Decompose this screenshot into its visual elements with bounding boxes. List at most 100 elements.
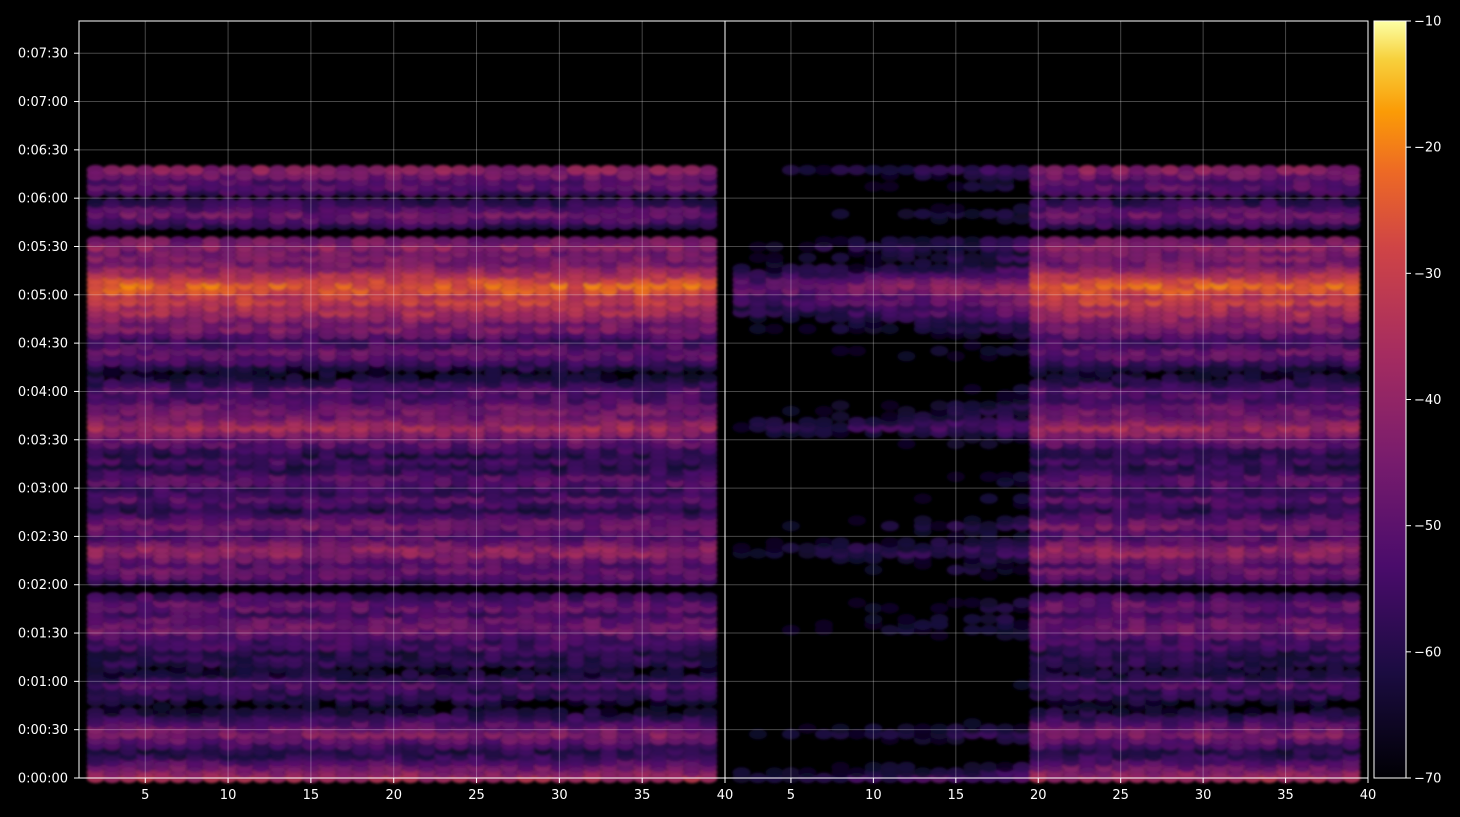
heatmap-cell bbox=[268, 236, 287, 247]
heatmap-cell bbox=[583, 707, 602, 718]
heatmap-cell bbox=[1293, 712, 1312, 723]
heatmap-cell bbox=[1012, 761, 1031, 773]
heatmap-cell bbox=[335, 236, 353, 247]
heatmap-cell bbox=[616, 164, 635, 176]
heatmap-cell bbox=[913, 723, 932, 734]
heatmap-cell bbox=[600, 592, 619, 603]
heatmap-cell bbox=[847, 597, 866, 608]
heatmap-cell bbox=[533, 197, 552, 209]
heatmap-cell bbox=[566, 592, 585, 603]
heatmap-cell bbox=[434, 197, 453, 209]
heatmap-cell bbox=[930, 767, 949, 778]
heatmap-cell bbox=[252, 164, 271, 176]
heatmap-cell bbox=[451, 373, 469, 384]
heatmap-cell bbox=[699, 592, 718, 603]
heatmap-cell bbox=[417, 236, 436, 247]
heatmap-cell bbox=[913, 619, 932, 630]
heatmap-cell bbox=[368, 668, 387, 680]
heatmap-cell bbox=[417, 592, 436, 603]
heatmap-cell bbox=[318, 164, 337, 176]
heatmap-cell bbox=[517, 164, 536, 176]
heatmap-cell bbox=[119, 373, 138, 384]
heatmap-cell bbox=[616, 197, 635, 209]
heatmap-cell bbox=[1342, 592, 1361, 603]
heatmap-cell bbox=[1342, 668, 1361, 680]
heatmap-cell bbox=[500, 373, 519, 384]
heatmap-cell bbox=[235, 592, 254, 603]
heatmap-cell bbox=[451, 674, 469, 685]
heatmap-cell bbox=[451, 236, 469, 247]
heatmap-cell bbox=[814, 619, 833, 630]
heatmap-cell bbox=[749, 548, 767, 559]
heatmap-cell bbox=[451, 197, 469, 209]
heatmap-cell bbox=[1227, 712, 1246, 723]
heatmap-cell bbox=[765, 767, 784, 778]
heatmap-cell bbox=[103, 236, 122, 247]
heatmap-cell bbox=[979, 614, 998, 625]
heatmap-cell bbox=[401, 668, 420, 680]
heatmap-cell bbox=[1062, 674, 1081, 685]
heatmap-cell bbox=[86, 164, 105, 176]
heatmap-cell bbox=[401, 197, 420, 209]
heatmap-cell bbox=[566, 236, 585, 247]
heatmap-cell bbox=[533, 674, 552, 685]
heatmap-cell bbox=[616, 236, 635, 247]
heatmap-cell bbox=[1045, 707, 1064, 718]
heatmap-cell bbox=[1078, 701, 1097, 712]
heatmap-cell bbox=[401, 164, 420, 176]
heatmap-cell bbox=[798, 723, 817, 734]
heatmap-cell bbox=[285, 197, 304, 209]
heatmap-cell bbox=[169, 164, 188, 176]
heatmap-cell bbox=[963, 537, 982, 548]
heatmap-cell bbox=[649, 197, 668, 209]
heatmap-cell bbox=[566, 712, 585, 723]
heatmap-cell bbox=[484, 197, 503, 209]
heatmap-cell bbox=[583, 592, 602, 603]
heatmap-cell bbox=[1128, 592, 1147, 603]
heatmap-cell bbox=[318, 197, 337, 209]
heatmap-cell bbox=[666, 164, 685, 176]
heatmap-cell bbox=[897, 761, 916, 773]
heatmap-cell bbox=[252, 707, 271, 718]
heatmap-cell bbox=[451, 707, 469, 718]
heatmap-cell bbox=[86, 197, 105, 209]
heatmap-cell bbox=[517, 668, 536, 680]
heatmap-cell bbox=[318, 592, 337, 603]
heatmap-cell bbox=[600, 373, 619, 384]
heatmap-cell bbox=[1210, 592, 1229, 603]
heatmap-cell bbox=[285, 164, 304, 176]
heatmap-cell bbox=[930, 603, 949, 614]
heatmap-cell bbox=[351, 373, 370, 384]
heatmap-cell bbox=[616, 592, 635, 603]
heatmap-cell bbox=[268, 197, 287, 209]
heatmap-cell bbox=[285, 707, 304, 718]
heatmap-cell bbox=[434, 668, 453, 680]
heatmap-cell bbox=[847, 542, 866, 554]
heatmap-cell bbox=[285, 236, 304, 247]
heatmap-cell bbox=[1012, 564, 1031, 576]
heatmap-cell bbox=[583, 236, 602, 247]
heatmap-cell bbox=[847, 767, 866, 778]
heatmap-cell bbox=[930, 630, 949, 641]
heatmap-cell bbox=[979, 624, 998, 636]
heatmap-cell bbox=[500, 197, 519, 209]
heatmap-cell bbox=[152, 197, 171, 209]
heatmap-cell bbox=[880, 603, 899, 614]
heatmap-cell bbox=[169, 707, 188, 718]
heatmap-cell bbox=[1062, 592, 1081, 603]
heatmap-cell bbox=[417, 378, 436, 389]
heatmap-cell bbox=[185, 236, 204, 247]
heatmap-cell bbox=[368, 712, 387, 723]
heatmap-cell bbox=[1128, 712, 1147, 723]
heatmap-cell bbox=[666, 236, 685, 247]
heatmap-cell bbox=[897, 723, 916, 734]
heatmap-cell bbox=[351, 197, 370, 209]
heatmap-cell bbox=[583, 164, 602, 176]
heatmap-cell bbox=[1012, 619, 1031, 630]
heatmap-cell bbox=[285, 373, 304, 384]
heatmap-cell bbox=[1095, 712, 1114, 723]
heatmap-cell bbox=[169, 373, 188, 384]
heatmap-cell bbox=[600, 236, 619, 247]
heatmap-cell bbox=[368, 236, 387, 247]
heatmap-cell bbox=[1012, 531, 1031, 543]
